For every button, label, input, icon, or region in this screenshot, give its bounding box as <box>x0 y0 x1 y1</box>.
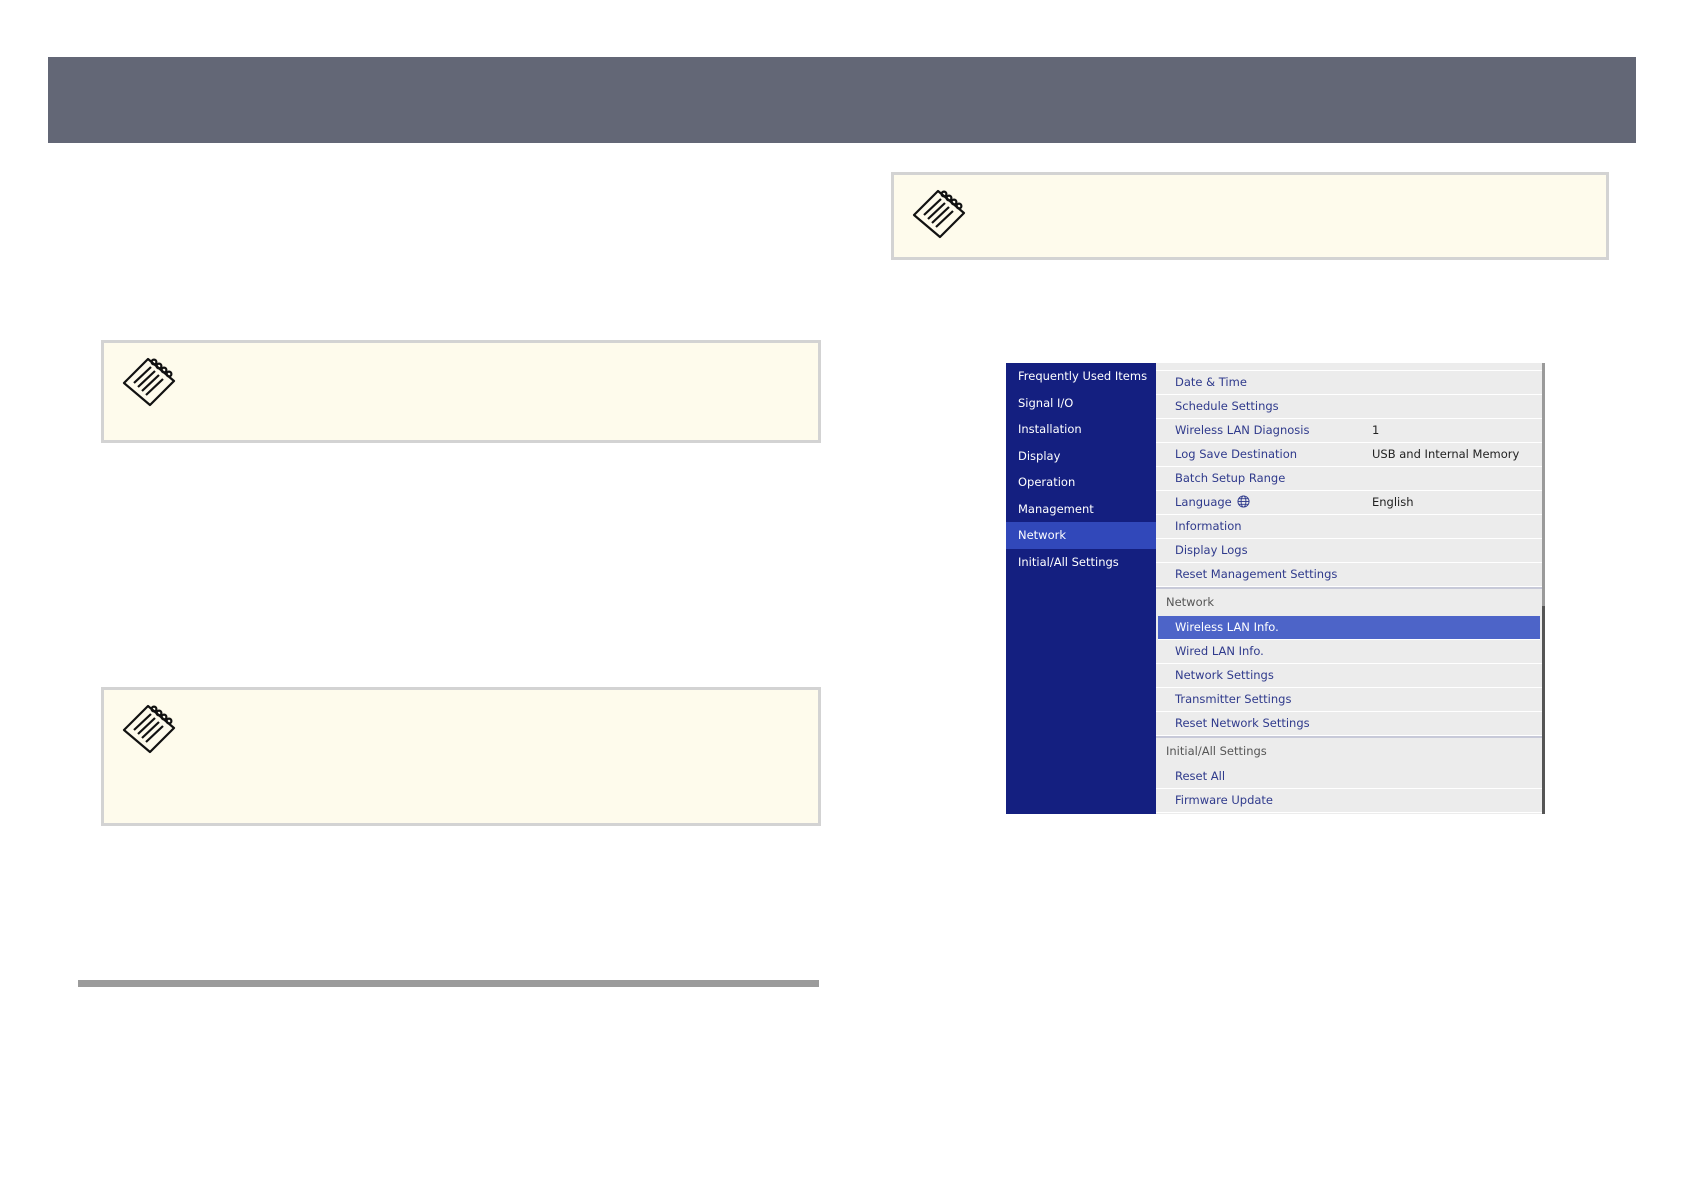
menu-row-label: Reset All <box>1175 769 1226 783</box>
menu-row-label: Firmware Update <box>1175 793 1274 807</box>
menu-row-label: Log Save Destination <box>1175 447 1298 461</box>
menu-row-label: Reset Network Settings <box>1175 716 1310 730</box>
sidebar-item-display[interactable]: Display <box>1006 443 1156 470</box>
menu-row-batch-setup-range[interactable]: Batch Setup Range <box>1156 467 1542 491</box>
menu-row-firmware-update[interactable]: Firmware Update <box>1156 789 1542 813</box>
menu-row-label: Wireless LAN Diagnosis <box>1175 423 1310 437</box>
menu-row-date-time[interactable]: Date & Time <box>1156 371 1542 395</box>
menu-row-network-settings[interactable]: Network Settings <box>1156 664 1542 688</box>
menu-row-display-logs[interactable]: Display Logs <box>1156 539 1542 563</box>
menu-section-network: Network <box>1156 587 1542 616</box>
sidebar-item-initial-all-settings[interactable]: Initial/All Settings <box>1006 549 1156 576</box>
sidebar-item-frequently-used-items[interactable]: Frequently Used Items <box>1006 363 1156 390</box>
menu-row-value: USB and Internal Memory <box>1372 447 1520 461</box>
menu-row-schedule-settings[interactable]: Schedule Settings <box>1156 395 1542 419</box>
menu-row-partial <box>1156 363 1542 371</box>
menu-row-information[interactable]: Information <box>1156 515 1542 539</box>
menu-row-reset-all[interactable]: Reset All <box>1156 765 1542 789</box>
menu-scrollbar-thumb[interactable] <box>1542 606 1545 814</box>
section-divider <box>78 980 819 987</box>
sidebar-item-operation[interactable]: Operation <box>1006 469 1156 496</box>
menu-row-label: Wireless LAN Info. <box>1175 620 1279 634</box>
menu-row-label-wrap: Language <box>1175 491 1250 514</box>
sidebar-item-management[interactable]: Management <box>1006 496 1156 523</box>
menu-scrollbar[interactable] <box>1542 363 1545 814</box>
note-icon <box>118 702 178 756</box>
menu-row-label: Schedule Settings <box>1175 399 1279 413</box>
menu-row-label: Transmitter Settings <box>1175 692 1292 706</box>
menu-row-label: Information <box>1175 519 1242 533</box>
menu-row-label: Wired LAN Info. <box>1175 644 1264 658</box>
menu-row-transmitter-settings[interactable]: Transmitter Settings <box>1156 688 1542 712</box>
menu-row-reset-management-settings[interactable]: Reset Management Settings <box>1156 563 1542 587</box>
note-icon <box>908 187 968 241</box>
projector-menu-screenshot: Frequently Used Items Signal I/O Install… <box>1006 363 1545 814</box>
menu-section-initial-all-settings: Initial/All Settings <box>1156 736 1542 765</box>
menu-row-reset-network-settings[interactable]: Reset Network Settings <box>1156 712 1542 736</box>
note-box <box>891 172 1609 260</box>
menu-row-value: English <box>1372 495 1414 509</box>
menu-row-label: Date & Time <box>1175 375 1247 389</box>
page-header-bar <box>48 57 1636 143</box>
menu-row-label: Reset Management Settings <box>1175 567 1338 581</box>
menu-row-language[interactable]: Language English <box>1156 491 1542 515</box>
menu-row-label: Batch Setup Range <box>1175 471 1286 485</box>
sidebar-item-signal-io[interactable]: Signal I/O <box>1006 390 1156 417</box>
menu-row-wired-lan-info[interactable]: Wired LAN Info. <box>1156 640 1542 664</box>
note-box <box>101 340 821 443</box>
menu-panel: Date & Time Schedule Settings Wireless L… <box>1156 363 1542 814</box>
menu-row-log-save-destination[interactable]: Log Save Destination USB and Internal Me… <box>1156 443 1542 467</box>
menu-row-wireless-lan-diagnosis[interactable]: Wireless LAN Diagnosis 1 <box>1156 419 1542 443</box>
menu-row-label: Network Settings <box>1175 668 1274 682</box>
note-icon <box>118 355 178 409</box>
sidebar-item-network[interactable]: Network <box>1006 522 1156 549</box>
menu-row-wireless-lan-info[interactable]: Wireless LAN Info. <box>1158 616 1540 640</box>
note-box <box>101 687 821 826</box>
menu-sidebar: Frequently Used Items Signal I/O Install… <box>1006 363 1156 814</box>
menu-row-value: 1 <box>1372 423 1380 437</box>
menu-row-label: Display Logs <box>1175 543 1248 557</box>
menu-row-label: Language <box>1175 495 1232 509</box>
sidebar-item-installation[interactable]: Installation <box>1006 416 1156 443</box>
globe-icon <box>1237 495 1250 508</box>
